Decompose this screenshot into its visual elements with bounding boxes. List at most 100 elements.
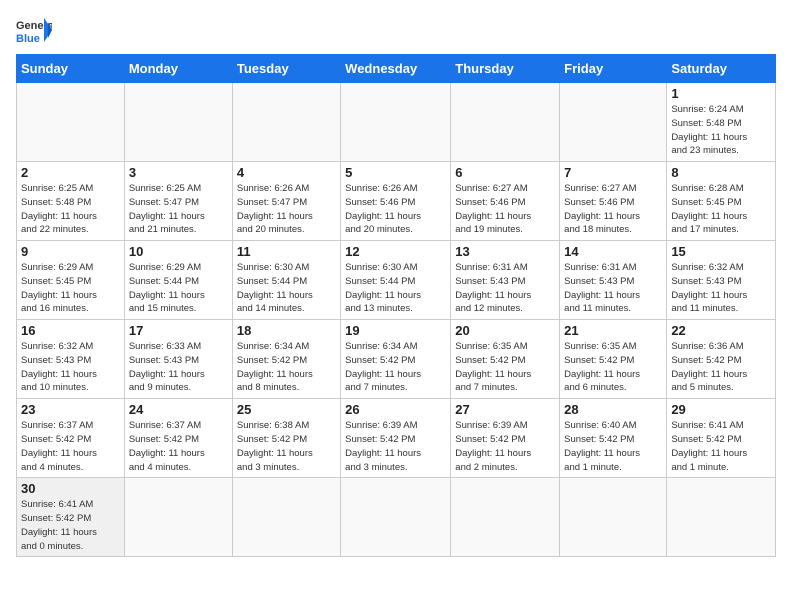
day-number: 12 bbox=[345, 244, 446, 259]
day-number: 13 bbox=[455, 244, 555, 259]
day-info: Sunrise: 6:27 AM Sunset: 5:46 PM Dayligh… bbox=[455, 182, 555, 237]
calendar-cell: 15 Sunrise: 6:32 AM Sunset: 5:43 PM Dayli… bbox=[667, 241, 776, 320]
calendar-cell: 21 Sunrise: 6:35 AM Sunset: 5:42 PM Dayli… bbox=[560, 320, 667, 399]
calendar-cell: 23Sunrise: 6:37 AM Sunset: 5:42 PM Dayli… bbox=[17, 399, 125, 478]
day-number: 8 bbox=[671, 165, 771, 180]
calendar-cell bbox=[341, 83, 451, 162]
day-number: 4 bbox=[237, 165, 336, 180]
calendar-cell: 1 Sunrise: 6:24 AM Sunset: 5:48 PM Daylig… bbox=[667, 83, 776, 162]
day-info: Sunrise: 6:38 AM Sunset: 5:42 PM Dayligh… bbox=[237, 419, 336, 474]
day-number: 22 bbox=[671, 323, 771, 338]
calendar-cell bbox=[17, 83, 125, 162]
day-info: Sunrise: 6:35 AM Sunset: 5:42 PM Dayligh… bbox=[455, 340, 555, 395]
day-number: 5 bbox=[345, 165, 446, 180]
calendar-cell: 18 Sunrise: 6:34 AM Sunset: 5:42 PM Dayli… bbox=[232, 320, 340, 399]
header: General Blue bbox=[16, 16, 776, 46]
day-number: 28 bbox=[564, 402, 662, 417]
day-info: Sunrise: 6:32 AM Sunset: 5:43 PM Dayligh… bbox=[21, 340, 120, 395]
day-info: Sunrise: 6:39 AM Sunset: 5:42 PM Dayligh… bbox=[345, 419, 446, 474]
day-info: Sunrise: 6:32 AM Sunset: 5:43 PM Dayligh… bbox=[671, 261, 771, 316]
calendar-cell: 28 Sunrise: 6:40 AM Sunset: 5:42 PM Dayli… bbox=[560, 399, 667, 478]
day-info: Sunrise: 6:31 AM Sunset: 5:43 PM Dayligh… bbox=[564, 261, 662, 316]
col-header-sunday: Sunday bbox=[17, 55, 125, 83]
day-info: Sunrise: 6:24 AM Sunset: 5:48 PM Dayligh… bbox=[671, 103, 771, 158]
day-info: Sunrise: 6:25 AM Sunset: 5:48 PM Dayligh… bbox=[21, 182, 120, 237]
day-number: 3 bbox=[129, 165, 228, 180]
calendar-cell: 11Sunrise: 6:30 AM Sunset: 5:44 PM Dayli… bbox=[232, 241, 340, 320]
week-row-3: 9 Sunrise: 6:29 AM Sunset: 5:45 PM Daylig… bbox=[17, 241, 776, 320]
week-row-4: 16Sunrise: 6:32 AM Sunset: 5:43 PM Dayli… bbox=[17, 320, 776, 399]
calendar-cell: 7 Sunrise: 6:27 AM Sunset: 5:46 PM Daylig… bbox=[560, 162, 667, 241]
calendar-cell: 24Sunrise: 6:37 AM Sunset: 5:42 PM Dayli… bbox=[124, 399, 232, 478]
calendar-cell: 29Sunrise: 6:41 AM Sunset: 5:42 PM Dayli… bbox=[667, 399, 776, 478]
calendar-cell: 22 Sunrise: 6:36 AM Sunset: 5:42 PM Dayli… bbox=[667, 320, 776, 399]
calendar-cell bbox=[124, 83, 232, 162]
week-row-2: 2 Sunrise: 6:25 AM Sunset: 5:48 PM Daylig… bbox=[17, 162, 776, 241]
day-info: Sunrise: 6:36 AM Sunset: 5:42 PM Dayligh… bbox=[671, 340, 771, 395]
day-info: Sunrise: 6:26 AM Sunset: 5:47 PM Dayligh… bbox=[237, 182, 336, 237]
day-number: 25 bbox=[237, 402, 336, 417]
logo: General Blue bbox=[16, 16, 52, 46]
day-info: Sunrise: 6:27 AM Sunset: 5:46 PM Dayligh… bbox=[564, 182, 662, 237]
col-header-friday: Friday bbox=[560, 55, 667, 83]
day-number: 10 bbox=[129, 244, 228, 259]
day-number: 29 bbox=[671, 402, 771, 417]
day-number: 1 bbox=[671, 86, 771, 101]
calendar-cell: 5 Sunrise: 6:26 AM Sunset: 5:46 PM Daylig… bbox=[341, 162, 451, 241]
calendar-cell bbox=[341, 478, 451, 557]
day-number: 9 bbox=[21, 244, 120, 259]
calendar-cell: 14Sunrise: 6:31 AM Sunset: 5:43 PM Dayli… bbox=[560, 241, 667, 320]
day-info: Sunrise: 6:29 AM Sunset: 5:45 PM Dayligh… bbox=[21, 261, 120, 316]
day-number: 15 bbox=[671, 244, 771, 259]
col-header-thursday: Thursday bbox=[451, 55, 560, 83]
day-number: 19 bbox=[345, 323, 446, 338]
day-info: Sunrise: 6:33 AM Sunset: 5:43 PM Dayligh… bbox=[129, 340, 228, 395]
calendar-cell: 9 Sunrise: 6:29 AM Sunset: 5:45 PM Daylig… bbox=[17, 241, 125, 320]
calendar-cell bbox=[560, 478, 667, 557]
calendar: SundayMondayTuesdayWednesdayThursdayFrid… bbox=[16, 54, 776, 557]
day-info: Sunrise: 6:34 AM Sunset: 5:42 PM Dayligh… bbox=[237, 340, 336, 395]
calendar-cell: 25 Sunrise: 6:38 AM Sunset: 5:42 PM Dayli… bbox=[232, 399, 340, 478]
calendar-cell: 26Sunrise: 6:39 AM Sunset: 5:42 PM Dayli… bbox=[341, 399, 451, 478]
day-number: 27 bbox=[455, 402, 555, 417]
calendar-cell: 27 Sunrise: 6:39 AM Sunset: 5:42 PM Dayli… bbox=[451, 399, 560, 478]
day-info: Sunrise: 6:37 AM Sunset: 5:42 PM Dayligh… bbox=[21, 419, 120, 474]
calendar-cell: 4 Sunrise: 6:26 AM Sunset: 5:47 PM Daylig… bbox=[232, 162, 340, 241]
day-number: 2 bbox=[21, 165, 120, 180]
calendar-cell bbox=[451, 478, 560, 557]
week-row-6: 30Sunrise: 6:41 AM Sunset: 5:42 PM Dayli… bbox=[17, 478, 776, 557]
day-info: Sunrise: 6:30 AM Sunset: 5:44 PM Dayligh… bbox=[345, 261, 446, 316]
day-number: 18 bbox=[237, 323, 336, 338]
day-info: Sunrise: 6:39 AM Sunset: 5:42 PM Dayligh… bbox=[455, 419, 555, 474]
day-info: Sunrise: 6:40 AM Sunset: 5:42 PM Dayligh… bbox=[564, 419, 662, 474]
day-info: Sunrise: 6:26 AM Sunset: 5:46 PM Dayligh… bbox=[345, 182, 446, 237]
day-info: Sunrise: 6:31 AM Sunset: 5:43 PM Dayligh… bbox=[455, 261, 555, 316]
calendar-header-row: SundayMondayTuesdayWednesdayThursdayFrid… bbox=[17, 55, 776, 83]
calendar-cell: 16Sunrise: 6:32 AM Sunset: 5:43 PM Dayli… bbox=[17, 320, 125, 399]
calendar-cell bbox=[232, 478, 340, 557]
calendar-cell: 19Sunrise: 6:34 AM Sunset: 5:42 PM Dayli… bbox=[341, 320, 451, 399]
day-info: Sunrise: 6:28 AM Sunset: 5:45 PM Dayligh… bbox=[671, 182, 771, 237]
col-header-monday: Monday bbox=[124, 55, 232, 83]
day-number: 21 bbox=[564, 323, 662, 338]
day-number: 6 bbox=[455, 165, 555, 180]
calendar-cell: 20Sunrise: 6:35 AM Sunset: 5:42 PM Dayli… bbox=[451, 320, 560, 399]
col-header-tuesday: Tuesday bbox=[232, 55, 340, 83]
calendar-cell: 6 Sunrise: 6:27 AM Sunset: 5:46 PM Daylig… bbox=[451, 162, 560, 241]
calendar-cell: 2 Sunrise: 6:25 AM Sunset: 5:48 PM Daylig… bbox=[17, 162, 125, 241]
calendar-cell: 10Sunrise: 6:29 AM Sunset: 5:44 PM Dayli… bbox=[124, 241, 232, 320]
calendar-cell bbox=[124, 478, 232, 557]
day-number: 7 bbox=[564, 165, 662, 180]
week-row-1: 1 Sunrise: 6:24 AM Sunset: 5:48 PM Daylig… bbox=[17, 83, 776, 162]
calendar-cell: 12 Sunrise: 6:30 AM Sunset: 5:44 PM Dayli… bbox=[341, 241, 451, 320]
col-header-saturday: Saturday bbox=[667, 55, 776, 83]
calendar-cell: 30Sunrise: 6:41 AM Sunset: 5:42 PM Dayli… bbox=[17, 478, 125, 557]
day-info: Sunrise: 6:35 AM Sunset: 5:42 PM Dayligh… bbox=[564, 340, 662, 395]
calendar-cell: 8 Sunrise: 6:28 AM Sunset: 5:45 PM Daylig… bbox=[667, 162, 776, 241]
calendar-cell bbox=[232, 83, 340, 162]
svg-text:Blue: Blue bbox=[16, 33, 40, 45]
day-number: 17 bbox=[129, 323, 228, 338]
col-header-wednesday: Wednesday bbox=[341, 55, 451, 83]
day-number: 11 bbox=[237, 244, 336, 259]
calendar-cell: 13 Sunrise: 6:31 AM Sunset: 5:43 PM Dayli… bbox=[451, 241, 560, 320]
